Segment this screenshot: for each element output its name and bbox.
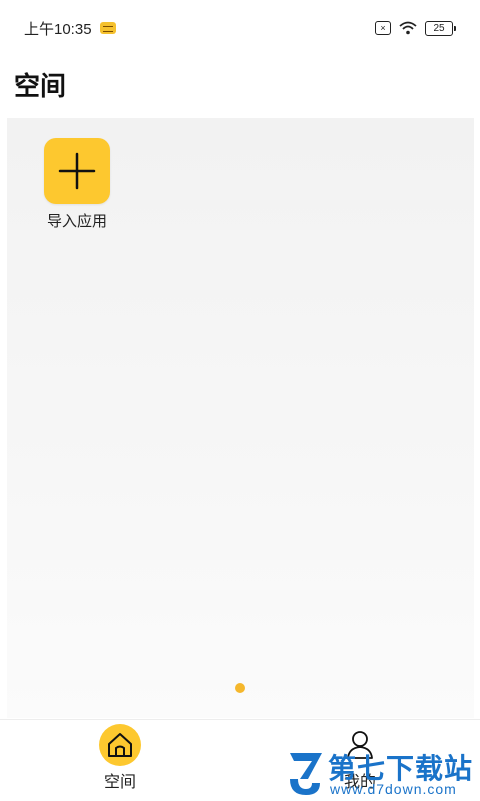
battery-icon: 25 xyxy=(425,20,456,36)
status-time: 上午10:35 xyxy=(24,20,92,38)
wifi-icon xyxy=(399,21,417,35)
nav-tab-space[interactable]: 空间 xyxy=(60,724,180,792)
page-title: 空间 xyxy=(14,71,67,101)
plus-icon xyxy=(58,152,96,190)
import-app-tile[interactable]: 导入应用 xyxy=(43,138,111,231)
import-app-label: 导入应用 xyxy=(46,213,107,230)
import-app-button[interactable] xyxy=(44,138,110,204)
status-icons: × 25 xyxy=(375,20,456,36)
nav-label-mine: 我的 xyxy=(343,774,376,791)
nav-tab-mine[interactable]: 我的 xyxy=(300,724,420,792)
nav-label-space: 空间 xyxy=(103,774,136,791)
status-bar: 上午10:35 × 25 xyxy=(0,0,480,56)
notification-badge-icon xyxy=(99,22,116,34)
no-sim-icon: × xyxy=(375,21,391,35)
battery-level: 25 xyxy=(425,20,453,36)
person-icon xyxy=(347,731,373,759)
person-icon-wrap xyxy=(339,724,381,766)
bottom-nav: 空间 我的 xyxy=(0,719,480,801)
workspace-area: 导入应用 xyxy=(7,118,474,718)
page-indicator-dot xyxy=(235,683,245,693)
home-icon xyxy=(108,733,132,757)
home-icon-wrap xyxy=(99,724,141,766)
